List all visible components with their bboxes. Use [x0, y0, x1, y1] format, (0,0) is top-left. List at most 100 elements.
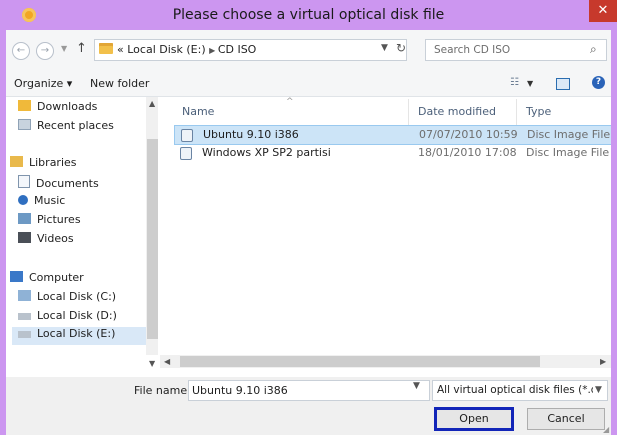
nav-item-label: Computer	[29, 271, 84, 284]
organize-button[interactable]: Organize ▾	[14, 77, 72, 90]
title-bar: Please choose a virtual optical disk fil…	[0, 0, 617, 30]
column-divider[interactable]	[408, 99, 409, 127]
disc-image-file-icon	[181, 129, 193, 142]
horizontal-scroll-thumb[interactable]	[180, 356, 540, 367]
help-icon[interactable]: ?	[592, 76, 605, 89]
videos-icon	[18, 232, 31, 243]
dialog-window: Please choose a virtual optical disk fil…	[0, 0, 617, 435]
nav-item-label: Local Disk (D:)	[37, 309, 117, 322]
file-name: Windows XP SP2 partisi	[202, 146, 331, 159]
music-icon	[18, 195, 28, 205]
nav-item-computer[interactable]: Computer	[10, 271, 84, 289]
breadcrumb-local-disk-e[interactable]: Local Disk (E:)	[127, 43, 205, 56]
file-type-filter-select[interactable]: All virtual optical disk files (*.dr ▼	[432, 380, 608, 401]
nav-item-label: Videos	[37, 232, 74, 245]
file-name-input[interactable]: Ubuntu 9.10 i386	[188, 380, 430, 401]
breadcrumb-cd-iso[interactable]: CD ISO	[218, 43, 257, 56]
breadcrumb: « Local Disk (E:) ▶ CD ISO	[117, 43, 256, 56]
dialog-client: ← → ▼ ↑ « Local Disk (E:) ▶ CD ISO ▼ ↻ S…	[6, 30, 611, 435]
forward-button[interactable]: →	[36, 42, 54, 60]
disc-image-file-icon	[180, 147, 192, 160]
nav-item-label: Downloads	[37, 100, 98, 113]
nav-item-recent-places[interactable]: Recent places	[18, 119, 114, 137]
column-divider[interactable]	[516, 99, 517, 127]
navigation-pane: Downloads Recent places Libraries Docume…	[6, 97, 158, 377]
sort-ascending-icon: ^	[286, 97, 294, 107]
file-date: 07/07/2010 10:59	[419, 128, 518, 141]
cancel-button[interactable]: Cancel	[527, 408, 605, 430]
nav-pane-scroll-thumb[interactable]	[147, 139, 158, 339]
nav-item-libraries[interactable]: Libraries	[10, 156, 77, 174]
computer-icon	[10, 271, 23, 282]
search-box[interactable]: Search CD ISO ⌕	[425, 39, 607, 61]
file-list-horizontal-scrollbar[interactable]: ◀ ▶	[160, 355, 611, 368]
scroll-left-icon[interactable]: ◀	[164, 357, 170, 366]
breadcrumb-overflow[interactable]: «	[117, 43, 124, 56]
preview-pane-icon[interactable]	[556, 78, 570, 90]
disk-icon	[18, 331, 31, 338]
navigation-bar: ← → ▼ ↑ « Local Disk (E:) ▶ CD ISO ▼ ↻ S…	[6, 30, 611, 70]
dialog-footer: File name: Ubuntu 9.10 i386 ▼ All virtua…	[6, 377, 611, 435]
nav-pane-scrollbar[interactable]: ▲ ▼	[146, 97, 158, 355]
file-list: Name ^ Date modified Type Ubuntu 9.10 i3…	[160, 97, 611, 377]
file-row[interactable]: Ubuntu 9.10 i386 07/07/2010 10:59 Disc I…	[174, 125, 611, 145]
nav-item-local-disk-c[interactable]: Local Disk (C:)	[18, 290, 116, 308]
file-type: Disc Image File	[527, 128, 611, 141]
nav-item-label: Local Disk (E:)	[37, 327, 116, 340]
pictures-icon	[18, 213, 31, 224]
back-arrow-icon: ←	[16, 45, 26, 56]
nav-item-local-disk-e[interactable]: Local Disk (E:)	[12, 327, 158, 345]
nav-item-label: Libraries	[29, 156, 77, 169]
address-bar[interactable]: « Local Disk (E:) ▶ CD ISO ▼ ↻	[94, 39, 407, 61]
window-title: Please choose a virtual optical disk fil…	[172, 7, 445, 23]
command-toolbar: Organize ▾ New folder ☷ ▼ ?	[6, 70, 611, 97]
open-button[interactable]: Open	[434, 407, 514, 431]
file-name-value: Ubuntu 9.10 i386	[192, 384, 288, 397]
search-input[interactable]: Search CD ISO	[434, 44, 510, 56]
new-folder-button[interactable]: New folder	[90, 77, 149, 90]
filter-dropdown-icon[interactable]: ▼	[593, 385, 602, 395]
nav-item-documents[interactable]: Documents	[18, 175, 99, 193]
close-button[interactable]: ✕	[589, 0, 617, 22]
nav-item-label: Recent places	[37, 119, 114, 132]
column-header-name[interactable]: Name	[182, 105, 214, 118]
nav-item-local-disk-d[interactable]: Local Disk (D:)	[18, 309, 117, 327]
view-options-icon[interactable]: ☷	[510, 77, 519, 88]
address-dropdown-icon[interactable]: ▼	[381, 43, 388, 53]
column-header-date-modified[interactable]: Date modified	[418, 105, 496, 118]
recent-places-icon	[18, 119, 31, 130]
back-button[interactable]: ←	[12, 42, 30, 60]
search-icon[interactable]: ⌕	[590, 42, 597, 57]
view-dropdown-icon[interactable]: ▼	[527, 79, 533, 88]
file-type: Disc Image File	[526, 146, 610, 159]
file-name-dropdown-icon[interactable]: ▼	[413, 381, 420, 391]
resize-grip-icon[interactable]: ◢	[603, 425, 609, 434]
dialog-body: Downloads Recent places Libraries Docume…	[6, 97, 611, 377]
nav-item-label: Music	[34, 194, 66, 207]
folder-icon	[99, 43, 113, 54]
file-name: Ubuntu 9.10 i386	[203, 128, 299, 141]
nav-item-downloads[interactable]: Downloads	[18, 100, 97, 118]
libraries-icon	[10, 156, 23, 167]
nav-item-label: Documents	[36, 177, 99, 190]
disk-icon	[18, 313, 31, 320]
recent-locations-dropdown-icon[interactable]: ▼	[61, 44, 67, 53]
scroll-right-icon[interactable]: ▶	[600, 357, 606, 366]
nav-scroll-down-icon[interactable]: ▼	[149, 359, 155, 368]
file-name-label: File name:	[134, 384, 191, 397]
file-type-filter-value: All virtual optical disk files (*.dr	[437, 384, 602, 396]
refresh-icon[interactable]: ↻	[396, 41, 406, 55]
up-arrow-icon[interactable]: ↑	[76, 41, 87, 56]
nav-item-videos[interactable]: Videos	[18, 232, 74, 250]
file-date: 18/01/2010 17:08	[418, 146, 517, 159]
nav-item-music[interactable]: Music	[18, 194, 65, 212]
scroll-up-icon[interactable]: ▲	[149, 99, 155, 108]
forward-arrow-icon: →	[40, 45, 50, 56]
disk-icon	[18, 290, 31, 301]
nav-item-label: Local Disk (C:)	[37, 290, 117, 303]
documents-icon	[18, 175, 30, 188]
column-header-type[interactable]: Type	[526, 105, 551, 118]
file-row[interactable]: Windows XP SP2 partisi 18/01/2010 17:08 …	[174, 144, 611, 162]
nav-item-label: Pictures	[37, 213, 81, 226]
nav-item-pictures[interactable]: Pictures	[18, 213, 81, 231]
